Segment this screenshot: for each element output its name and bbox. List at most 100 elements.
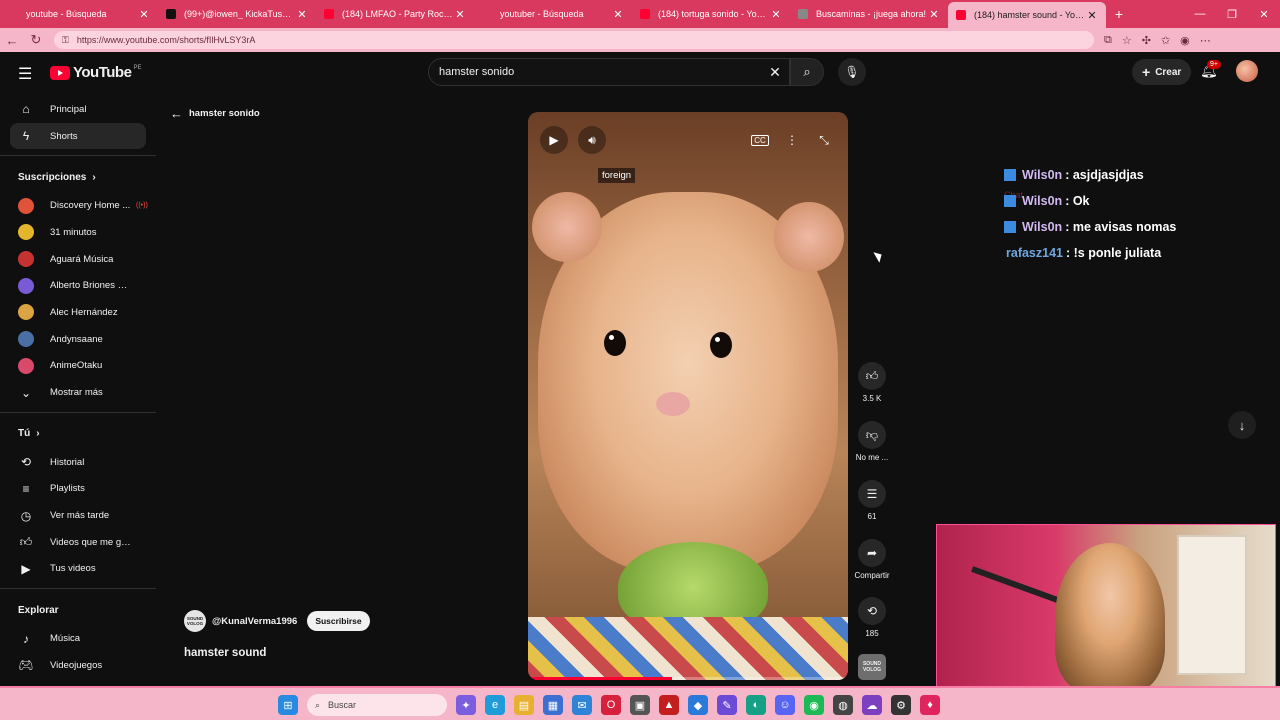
sidebar-item-you[interactable]: ⟲ Historial: [0, 449, 156, 476]
thumbs-down-icon[interactable]: 👎︎: [858, 421, 886, 449]
copilot-icon[interactable]: ✦: [456, 695, 476, 715]
taskbar-search[interactable]: ⌕ Buscar: [307, 694, 447, 716]
app-icon[interactable]: ⧉: [1104, 34, 1112, 47]
like-action[interactable]: 👍︎ 3.5 K: [848, 362, 896, 403]
back-arrow-icon[interactable]: ←: [0, 33, 24, 48]
subscribe-button[interactable]: Suscribirse: [307, 611, 370, 631]
channel-avatar[interactable]: SOUND VOLOG: [184, 610, 206, 632]
site-info-icon[interactable]: ⚿: [62, 35, 69, 46]
more-menu-icon[interactable]: ⋯: [1200, 34, 1211, 47]
windows-start-icon[interactable]: ⊞: [278, 695, 298, 715]
remix-action[interactable]: ⟲ 185: [848, 597, 896, 638]
restore-icon[interactable]: ❐: [1216, 0, 1248, 28]
captions-button[interactable]: CC: [746, 126, 774, 154]
sidebar-item-subscription[interactable]: 31 minutos: [0, 219, 156, 246]
browser-tab[interactable]: youtuber - Búsqueda ✕: [474, 0, 632, 28]
sidebar-item-subscription[interactable]: Discovery Home ... ((•)): [0, 192, 156, 219]
sidebar-item-explore[interactable]: 🎮︎ Videojuegos: [0, 652, 156, 679]
close-window-icon[interactable]: ✕: [1248, 0, 1280, 28]
progress-bar[interactable]: [528, 677, 848, 680]
tab-close-icon[interactable]: ✕: [1086, 9, 1098, 22]
browser-tab[interactable]: (184) LMFAO - Party Rock Anthem✕: [316, 0, 474, 28]
profile-icon[interactable]: ◉: [1180, 34, 1190, 47]
voice-search-button[interactable]: 🎙︎: [838, 58, 866, 86]
fullscreen-button[interactable]: ⤡: [810, 126, 838, 154]
mail-icon[interactable]: ✉: [572, 695, 592, 715]
sidebar-item-you[interactable]: ▶ Tus videos: [0, 556, 156, 583]
account-avatar[interactable]: [1236, 60, 1258, 82]
sound-thumbnail[interactable]: SOUND VOLOG: [858, 654, 886, 680]
app-icon[interactable]: ♦: [920, 695, 940, 715]
sidebar-item-subscription[interactable]: Andynsaane: [0, 326, 156, 353]
search-button[interactable]: ⌕: [790, 58, 824, 86]
sidebar-item-subscription[interactable]: Alec Hernández: [0, 299, 156, 326]
play-button[interactable]: ▶: [540, 126, 568, 154]
app-icon[interactable]: ◐: [746, 695, 766, 715]
obs-icon[interactable]: ◍: [833, 695, 853, 715]
tab-close-icon[interactable]: ✕: [454, 8, 466, 21]
extensions-icon[interactable]: ✣: [1142, 34, 1151, 47]
app-icon[interactable]: ▲: [659, 695, 679, 715]
discord-icon[interactable]: ☺: [775, 695, 795, 715]
app-icon[interactable]: ◆: [688, 695, 708, 715]
sidebar-item-principal[interactable]: ⌂ Principal: [0, 96, 156, 123]
browser-tab[interactable]: (99+)@iowen_ KickaTusOwen/ ig✕: [158, 0, 316, 28]
back-to-search[interactable]: ← hamster sonido: [170, 106, 260, 121]
app-icon[interactable]: ☁: [862, 695, 882, 715]
thumbs-up-icon[interactable]: 👍︎: [858, 362, 886, 390]
you-heading[interactable]: Tú ›: [0, 419, 156, 449]
favorites-icon[interactable]: ✩: [1161, 34, 1170, 47]
sidebar-item-subscription[interactable]: AnimeOtaku: [0, 353, 156, 380]
more-options-button[interactable]: ⋮: [778, 126, 806, 154]
youtube-logo[interactable]: YouTube PE: [50, 64, 141, 81]
opera-icon[interactable]: O: [601, 695, 621, 715]
browser-tab[interactable]: (184) hamster sound - YouTube✕: [948, 2, 1106, 28]
next-video-button[interactable]: ↓: [1228, 411, 1256, 439]
refresh-icon[interactable]: ↻: [24, 32, 48, 48]
sidebar-item-you[interactable]: ≡ Playlists: [0, 476, 156, 503]
tab-label: youtuber - Búsqueda: [500, 9, 584, 19]
minimize-icon[interactable]: —: [1184, 0, 1216, 28]
sidebar-item-label: AnimeOtaku: [50, 360, 103, 372]
tab-close-icon[interactable]: ✕: [138, 8, 150, 21]
shorts-video-player[interactable]: ▶ 🔊︎ CC ⋮ ⤡ foreign: [528, 112, 848, 680]
comment-icon[interactable]: ☰: [858, 480, 886, 508]
url-field[interactable]: ⚿ https://www.youtube.com/shorts/fIlHvLS…: [54, 31, 1094, 49]
subscriptions-heading[interactable]: Suscripciones ›: [0, 162, 156, 192]
show-more-button[interactable]: ⌄ Mostrar más: [0, 379, 156, 406]
volume-button[interactable]: 🔊︎: [578, 126, 606, 154]
search-input[interactable]: hamster sonido ✕: [428, 58, 790, 86]
dislike-action[interactable]: 👎︎ No me ...: [848, 421, 896, 462]
sidebar-item-you[interactable]: 👍︎ Videos que me gus...: [0, 529, 156, 556]
app-icon[interactable]: ✎: [717, 695, 737, 715]
browser-tab[interactable]: (184) tortuga sonido - YouTube ✕: [632, 0, 790, 28]
browser-tab[interactable]: youtube - Búsqueda ✕: [0, 0, 158, 28]
sidebar-item-subscription[interactable]: Aguará Música: [0, 246, 156, 273]
clear-search-icon[interactable]: ✕: [761, 64, 789, 81]
tab-close-icon[interactable]: ✕: [770, 8, 782, 21]
share-icon[interactable]: ➦: [858, 539, 886, 567]
tab-close-icon[interactable]: ✕: [612, 8, 624, 21]
store-icon[interactable]: ▦: [543, 695, 563, 715]
app-icon[interactable]: ▣: [630, 695, 650, 715]
share-action[interactable]: ➦ Compartir: [848, 539, 896, 580]
tab-close-icon[interactable]: ✕: [296, 8, 308, 21]
browser-tab[interactable]: Buscaminas - ¡juega ahora! ✕: [790, 0, 948, 28]
edge-icon[interactable]: e: [485, 695, 505, 715]
tab-close-icon[interactable]: ✕: [928, 8, 940, 21]
sidebar-item-you[interactable]: ◷ Ver más tarde: [0, 502, 156, 529]
sidebar-item-subscription[interactable]: Alberto Briones Ofi...: [0, 272, 156, 299]
new-tab-button[interactable]: +: [1106, 6, 1132, 22]
sidebar-item-explore[interactable]: ♪ Música: [0, 625, 156, 652]
channel-avatar: [18, 224, 34, 241]
comments-action[interactable]: ☰ 61: [848, 480, 896, 521]
remix-icon[interactable]: ⟲: [858, 597, 886, 625]
create-button[interactable]: + Crear: [1132, 59, 1192, 85]
app-icon[interactable]: ◉: [804, 695, 824, 715]
channel-name[interactable]: @KunalVerma1996: [212, 616, 297, 627]
menu-icon[interactable]: ☰: [18, 64, 32, 84]
favorite-star-icon[interactable]: ☆: [1122, 34, 1132, 47]
file-explorer-icon[interactable]: ▤: [514, 695, 534, 715]
settings-gear-icon[interactable]: ⚙: [891, 695, 911, 715]
sidebar-item-shorts[interactable]: ϟ Shorts: [10, 122, 146, 150]
